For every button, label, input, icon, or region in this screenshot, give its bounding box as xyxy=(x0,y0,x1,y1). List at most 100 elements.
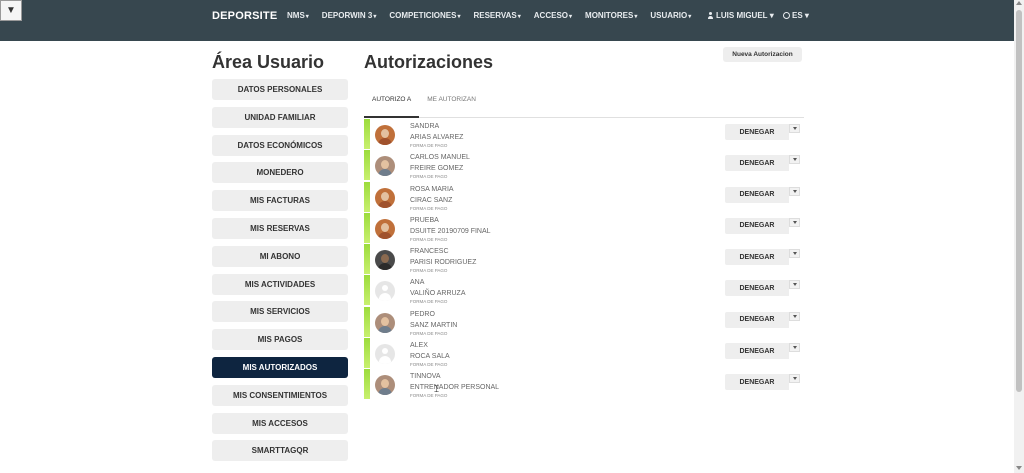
nav-item-usuario[interactable]: USUARIO▾ xyxy=(650,11,691,20)
status-accent-bar xyxy=(364,244,370,275)
last-name: FREIRE GOMEZ xyxy=(410,165,464,173)
status-accent-bar xyxy=(364,181,370,212)
main-menu: NMS▾ DEPORWIN 3▾ COMPETICIONES▾ RESERVAS▾ AC… xyxy=(287,11,704,20)
nav-item-monitores[interactable]: MONITORES▾ xyxy=(585,11,637,20)
payment-method-label: FORMA DE PAGO xyxy=(410,330,448,336)
payment-method-label: FORMA DE PAGO xyxy=(410,299,448,305)
nav-item-reservas[interactable]: RESERVAS▾ xyxy=(473,11,520,20)
nav-item-label: ACCESO xyxy=(533,11,569,20)
list-item: ANA VALIÑO ARRUZA FORMA DE PAGO DENEGAR xyxy=(364,275,804,306)
deny-button[interactable]: DENEGAR xyxy=(725,311,789,328)
first-name: SANDRA xyxy=(410,123,440,130)
chevron-down-icon: ▾ xyxy=(802,11,809,20)
sidebar-item-mis-servicios[interactable]: MIS SERVICIOS xyxy=(212,301,348,323)
scroll-down-arrow-icon[interactable] xyxy=(1016,466,1022,470)
user-menu[interactable]: LUIS MIGUEL ▾ xyxy=(707,11,774,20)
list-item: PEDRO SANZ MARTIN FORMA DE PAGO DENEGAR xyxy=(364,306,804,338)
sidebar-item-mis-facturas[interactable]: MIS FACTURAS xyxy=(212,190,348,212)
chevron-down-icon: ▾ xyxy=(457,14,461,20)
nav-item-competiciones[interactable]: COMPETICIONES▾ xyxy=(389,11,460,20)
status-accent-bar xyxy=(364,119,370,149)
sidebar-menu: DATOS PERSONALES UNIDAD FAMILIAR DATOS ECO… xyxy=(212,79,349,468)
list-item: PRUEBA DSUITE 20190709 FINAL FORMA DE PAGO… xyxy=(364,212,804,244)
first-name: TINNOVA xyxy=(410,373,441,381)
first-name: FRANCESC xyxy=(410,248,449,256)
chevron-down-icon: ▾ xyxy=(373,14,377,20)
deny-button[interactable]: DENEGAR xyxy=(725,155,789,172)
sidebar-item-monedero[interactable]: MONEDERO xyxy=(212,162,348,184)
last-name: CIRAC SANZ xyxy=(410,196,453,204)
sidebar-item-mis-reservas[interactable]: MIS RESERVAS xyxy=(212,217,348,239)
scroll-up-arrow-icon[interactable] xyxy=(1016,1,1022,5)
nav-item-label: NMS xyxy=(287,11,305,20)
user-name: LUIS MIGUEL xyxy=(716,11,768,20)
deny-button[interactable]: DENEGAR xyxy=(725,124,789,140)
avatar xyxy=(375,156,395,177)
deny-button[interactable]: DENEGAR xyxy=(725,374,789,391)
sidebar-title: Área Usuario xyxy=(212,52,325,72)
deny-dropdown-icon[interactable] xyxy=(789,155,800,165)
avatar xyxy=(375,250,395,271)
deny-button[interactable]: DENEGAR xyxy=(725,217,789,234)
status-accent-bar xyxy=(364,212,370,243)
nav-item-label: RESERVAS xyxy=(473,11,517,20)
sidebar-item-mi-abono[interactable]: MI ABONO xyxy=(212,245,348,267)
avatar xyxy=(375,281,395,302)
sidebar-toggle-button[interactable]: ▼ xyxy=(0,0,22,21)
deny-button[interactable]: DENEGAR xyxy=(725,280,789,297)
sidebar-item-mis-autorizados[interactable]: MIS AUTORIZADOS xyxy=(212,356,348,378)
nav-item-acceso[interactable]: ACCESO▾ xyxy=(534,11,572,20)
sidebar-item-mis-accesos[interactable]: MIS ACCESOS xyxy=(212,412,348,434)
sidebar-item-unidad-familiar[interactable]: UNIDAD FAMILIAR xyxy=(212,106,348,128)
last-name: VALIÑO ARRUZA xyxy=(410,290,466,298)
nav-item-deporwin-3[interactable]: DEPORWIN 3▾ xyxy=(322,11,377,20)
tab-autorizo-a[interactable]: AUTORIZO A xyxy=(364,90,420,118)
page-title: Autorizaciones xyxy=(364,52,494,72)
avatar xyxy=(375,218,395,239)
last-name: SANZ MARTIN xyxy=(410,321,458,329)
last-name: ENTRENADOR PERSONAL xyxy=(410,384,500,392)
deny-dropdown-icon[interactable] xyxy=(789,186,800,196)
tab-me-autorizan[interactable]: ME AUTORIZAN xyxy=(419,90,484,118)
nav-item-label: USUARIO xyxy=(650,11,688,20)
authorization-list: SANDRA ARIAS ALVAREZ FORMA DE PAGO DENEGAR C… xyxy=(364,119,804,401)
payment-method-label: FORMA DE PAGO xyxy=(410,236,448,242)
page-scrollbar[interactable] xyxy=(1014,0,1024,473)
sidebar-item-datos-económicos[interactable]: DATOS ECONÓMICOS xyxy=(212,134,348,156)
payment-method-label: FORMA DE PAGO xyxy=(410,393,448,399)
scroll-thumb[interactable] xyxy=(1016,10,1022,392)
brand-logo[interactable]: DEPORSITE xyxy=(212,10,277,22)
deny-button[interactable]: DENEGAR xyxy=(725,343,789,360)
sidebar-item-smarttagqr[interactable]: SMARTTAGQR xyxy=(212,440,348,462)
top-navbar: ▼ DEPORSITE NMS▾ DEPORWIN 3▾ COMPETICIONES… xyxy=(0,0,1018,41)
deny-dropdown-icon[interactable] xyxy=(789,280,800,290)
deny-button[interactable]: DENEGAR xyxy=(725,186,789,203)
first-name: CARLOS MANUEL xyxy=(410,154,470,162)
sidebar-item-mis-actividades[interactable]: MIS ACTIVIDADES xyxy=(212,273,348,295)
deny-button[interactable]: DENEGAR xyxy=(725,249,789,266)
nav-item-nms[interactable]: NMS▾ xyxy=(287,11,309,20)
status-accent-bar xyxy=(364,306,370,337)
first-name: PEDRO xyxy=(410,310,435,318)
user-icon xyxy=(707,12,714,19)
deny-dropdown-icon[interactable] xyxy=(789,249,800,259)
new-authorization-button[interactable]: Nueva Autorizacion xyxy=(723,47,802,62)
avatar xyxy=(375,344,395,365)
payment-method-label: FORMA DE PAGO xyxy=(410,174,448,180)
language-menu[interactable]: ES ▾ xyxy=(783,11,809,20)
sidebar-item-datos-personales[interactable]: DATOS PERSONALES xyxy=(212,79,348,100)
list-item: SANDRA ARIAS ALVAREZ FORMA DE PAGO DENEGAR xyxy=(364,119,804,150)
payment-method-label: FORMA DE PAGO xyxy=(410,362,448,368)
list-item: CARLOS MANUEL FREIRE GOMEZ FORMA DE PAGO DE… xyxy=(364,150,804,181)
chevron-down-icon: ▾ xyxy=(305,14,309,20)
deny-dropdown-icon[interactable] xyxy=(789,343,800,353)
chevron-down-icon: ▾ xyxy=(634,14,638,20)
sidebar-item-mis-pagos[interactable]: MIS PAGOS xyxy=(212,329,348,351)
deny-dropdown-icon[interactable] xyxy=(789,217,800,227)
sidebar-item-mis-consentimientos[interactable]: MIS CONSENTIMIENTOS xyxy=(212,384,348,406)
deny-dropdown-icon[interactable] xyxy=(789,374,800,384)
deny-dropdown-icon[interactable] xyxy=(789,311,800,321)
avatar xyxy=(375,312,395,333)
avatar xyxy=(375,375,395,396)
deny-dropdown-icon[interactable] xyxy=(789,124,800,133)
